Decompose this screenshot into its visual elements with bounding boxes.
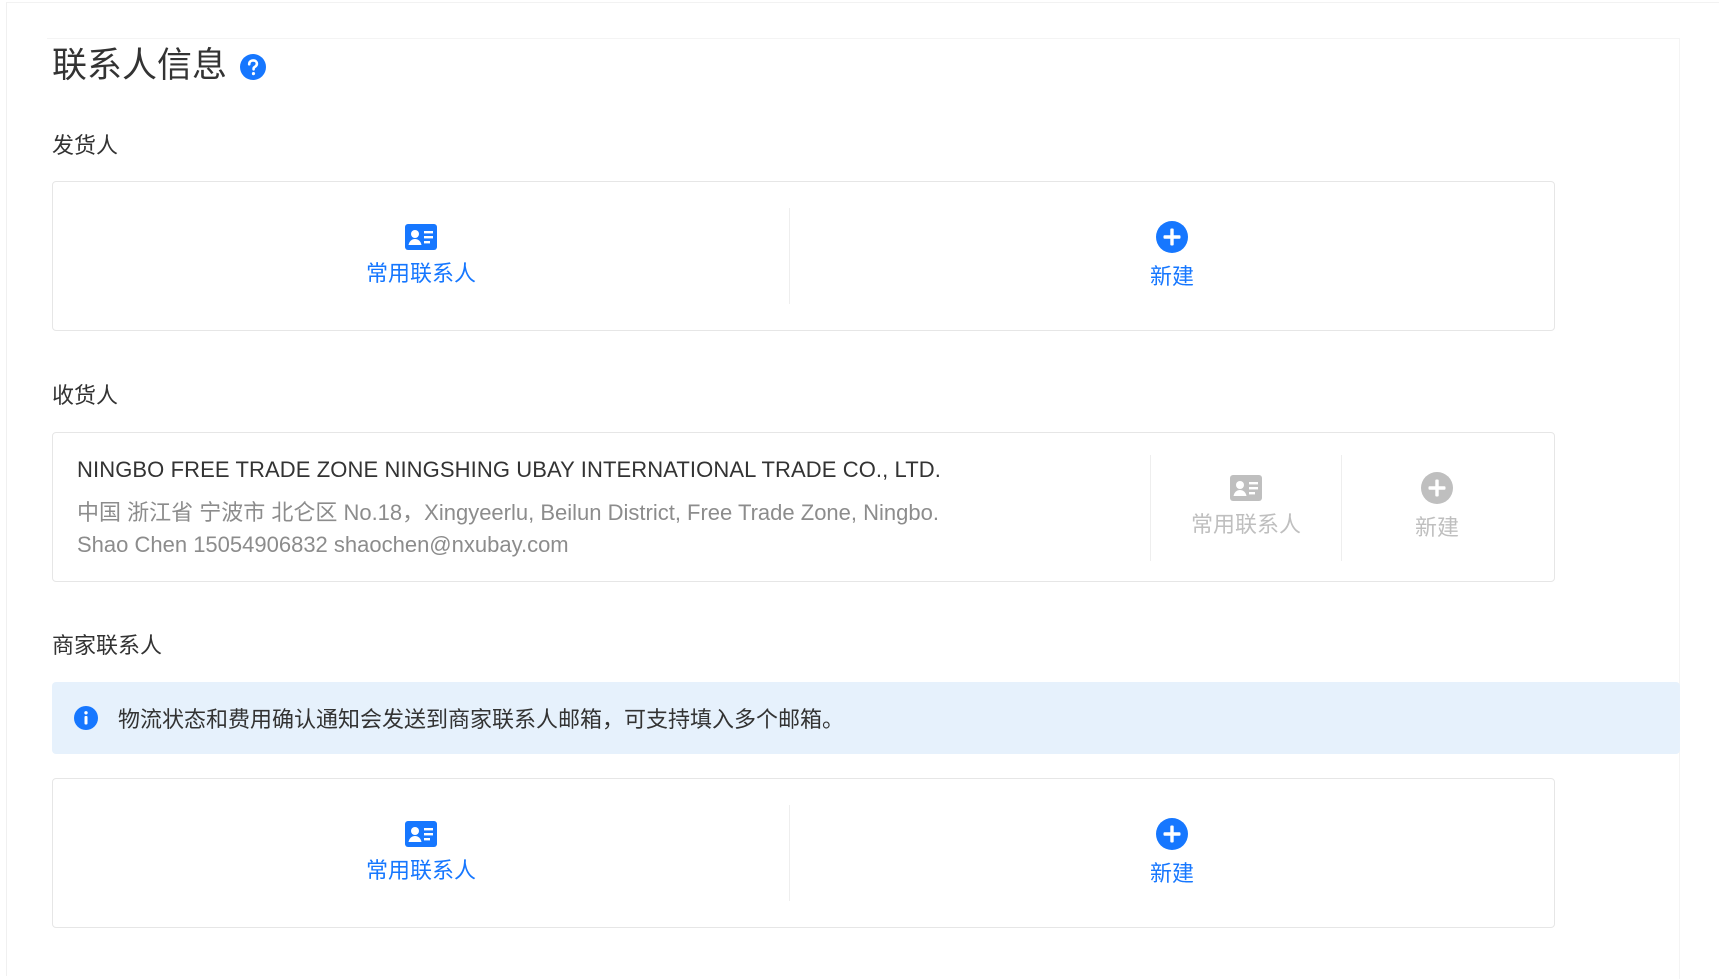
merchant-new-label: 新建 bbox=[1149, 861, 1194, 886]
plus-circle-icon bbox=[1421, 472, 1453, 504]
shipper-new-label: 新建 bbox=[1149, 264, 1194, 289]
consignee-frequent-contact-button[interactable]: 常用联系人 bbox=[1151, 433, 1341, 581]
shipper-card: 常用联系人 新建 bbox=[52, 181, 1555, 331]
contact-card-icon bbox=[405, 821, 437, 847]
consignee-address: 中国 浙江省 宁波市 北仑区 No.18，Xingyeerlu, Beilun … bbox=[77, 500, 939, 525]
merchant-label: 商家联系人 bbox=[52, 633, 163, 658]
plus-circle-icon bbox=[1156, 221, 1188, 253]
consignee-person: Shao Chen 15054906832 shaochen@nxubay.co… bbox=[77, 532, 569, 557]
consignee-new-label: 新建 bbox=[1414, 515, 1459, 540]
consignee-company: NINGBO FREE TRADE ZONE NINGSHING UBAY IN… bbox=[77, 457, 942, 482]
plus-circle-icon bbox=[1156, 818, 1188, 850]
consignee-label: 收货人 bbox=[52, 383, 119, 408]
merchant-notice: 物流状态和费用确认通知会发送到商家联系人邮箱，可支持填入多个邮箱。 bbox=[52, 682, 1680, 754]
question-circle-icon[interactable] bbox=[239, 48, 267, 80]
section-title: 联系人信息 bbox=[52, 44, 267, 88]
consignee-card: NINGBO FREE TRADE ZONE NINGSHING UBAY IN… bbox=[52, 432, 1555, 582]
merchant-frequent-contact-button[interactable]: 常用联系人 bbox=[53, 779, 789, 927]
shipper-label: 发货人 bbox=[52, 133, 119, 158]
merchant-notice-text: 物流状态和费用确认通知会发送到商家联系人邮箱，可支持填入多个邮箱。 bbox=[118, 707, 845, 732]
contact-card-icon bbox=[405, 224, 437, 250]
merchant-new-button[interactable]: 新建 bbox=[790, 779, 1554, 927]
shipper-frequent-contact-label: 常用联系人 bbox=[365, 261, 476, 286]
info-circle-icon bbox=[74, 706, 98, 730]
merchant-card: 常用联系人 新建 bbox=[52, 778, 1555, 928]
consignee-info: NINGBO FREE TRADE ZONE NINGSHING UBAY IN… bbox=[77, 455, 1157, 561]
merchant-frequent-contact-label: 常用联系人 bbox=[365, 858, 476, 883]
consignee-frequent-contact-label: 常用联系人 bbox=[1190, 512, 1301, 537]
shipper-frequent-contact-button[interactable]: 常用联系人 bbox=[53, 182, 789, 330]
consignee-new-button[interactable]: 新建 bbox=[1342, 433, 1532, 581]
contact-card-icon bbox=[1230, 475, 1262, 501]
shipper-new-button[interactable]: 新建 bbox=[790, 182, 1554, 330]
section-title-text: 联系人信息 bbox=[52, 46, 228, 85]
